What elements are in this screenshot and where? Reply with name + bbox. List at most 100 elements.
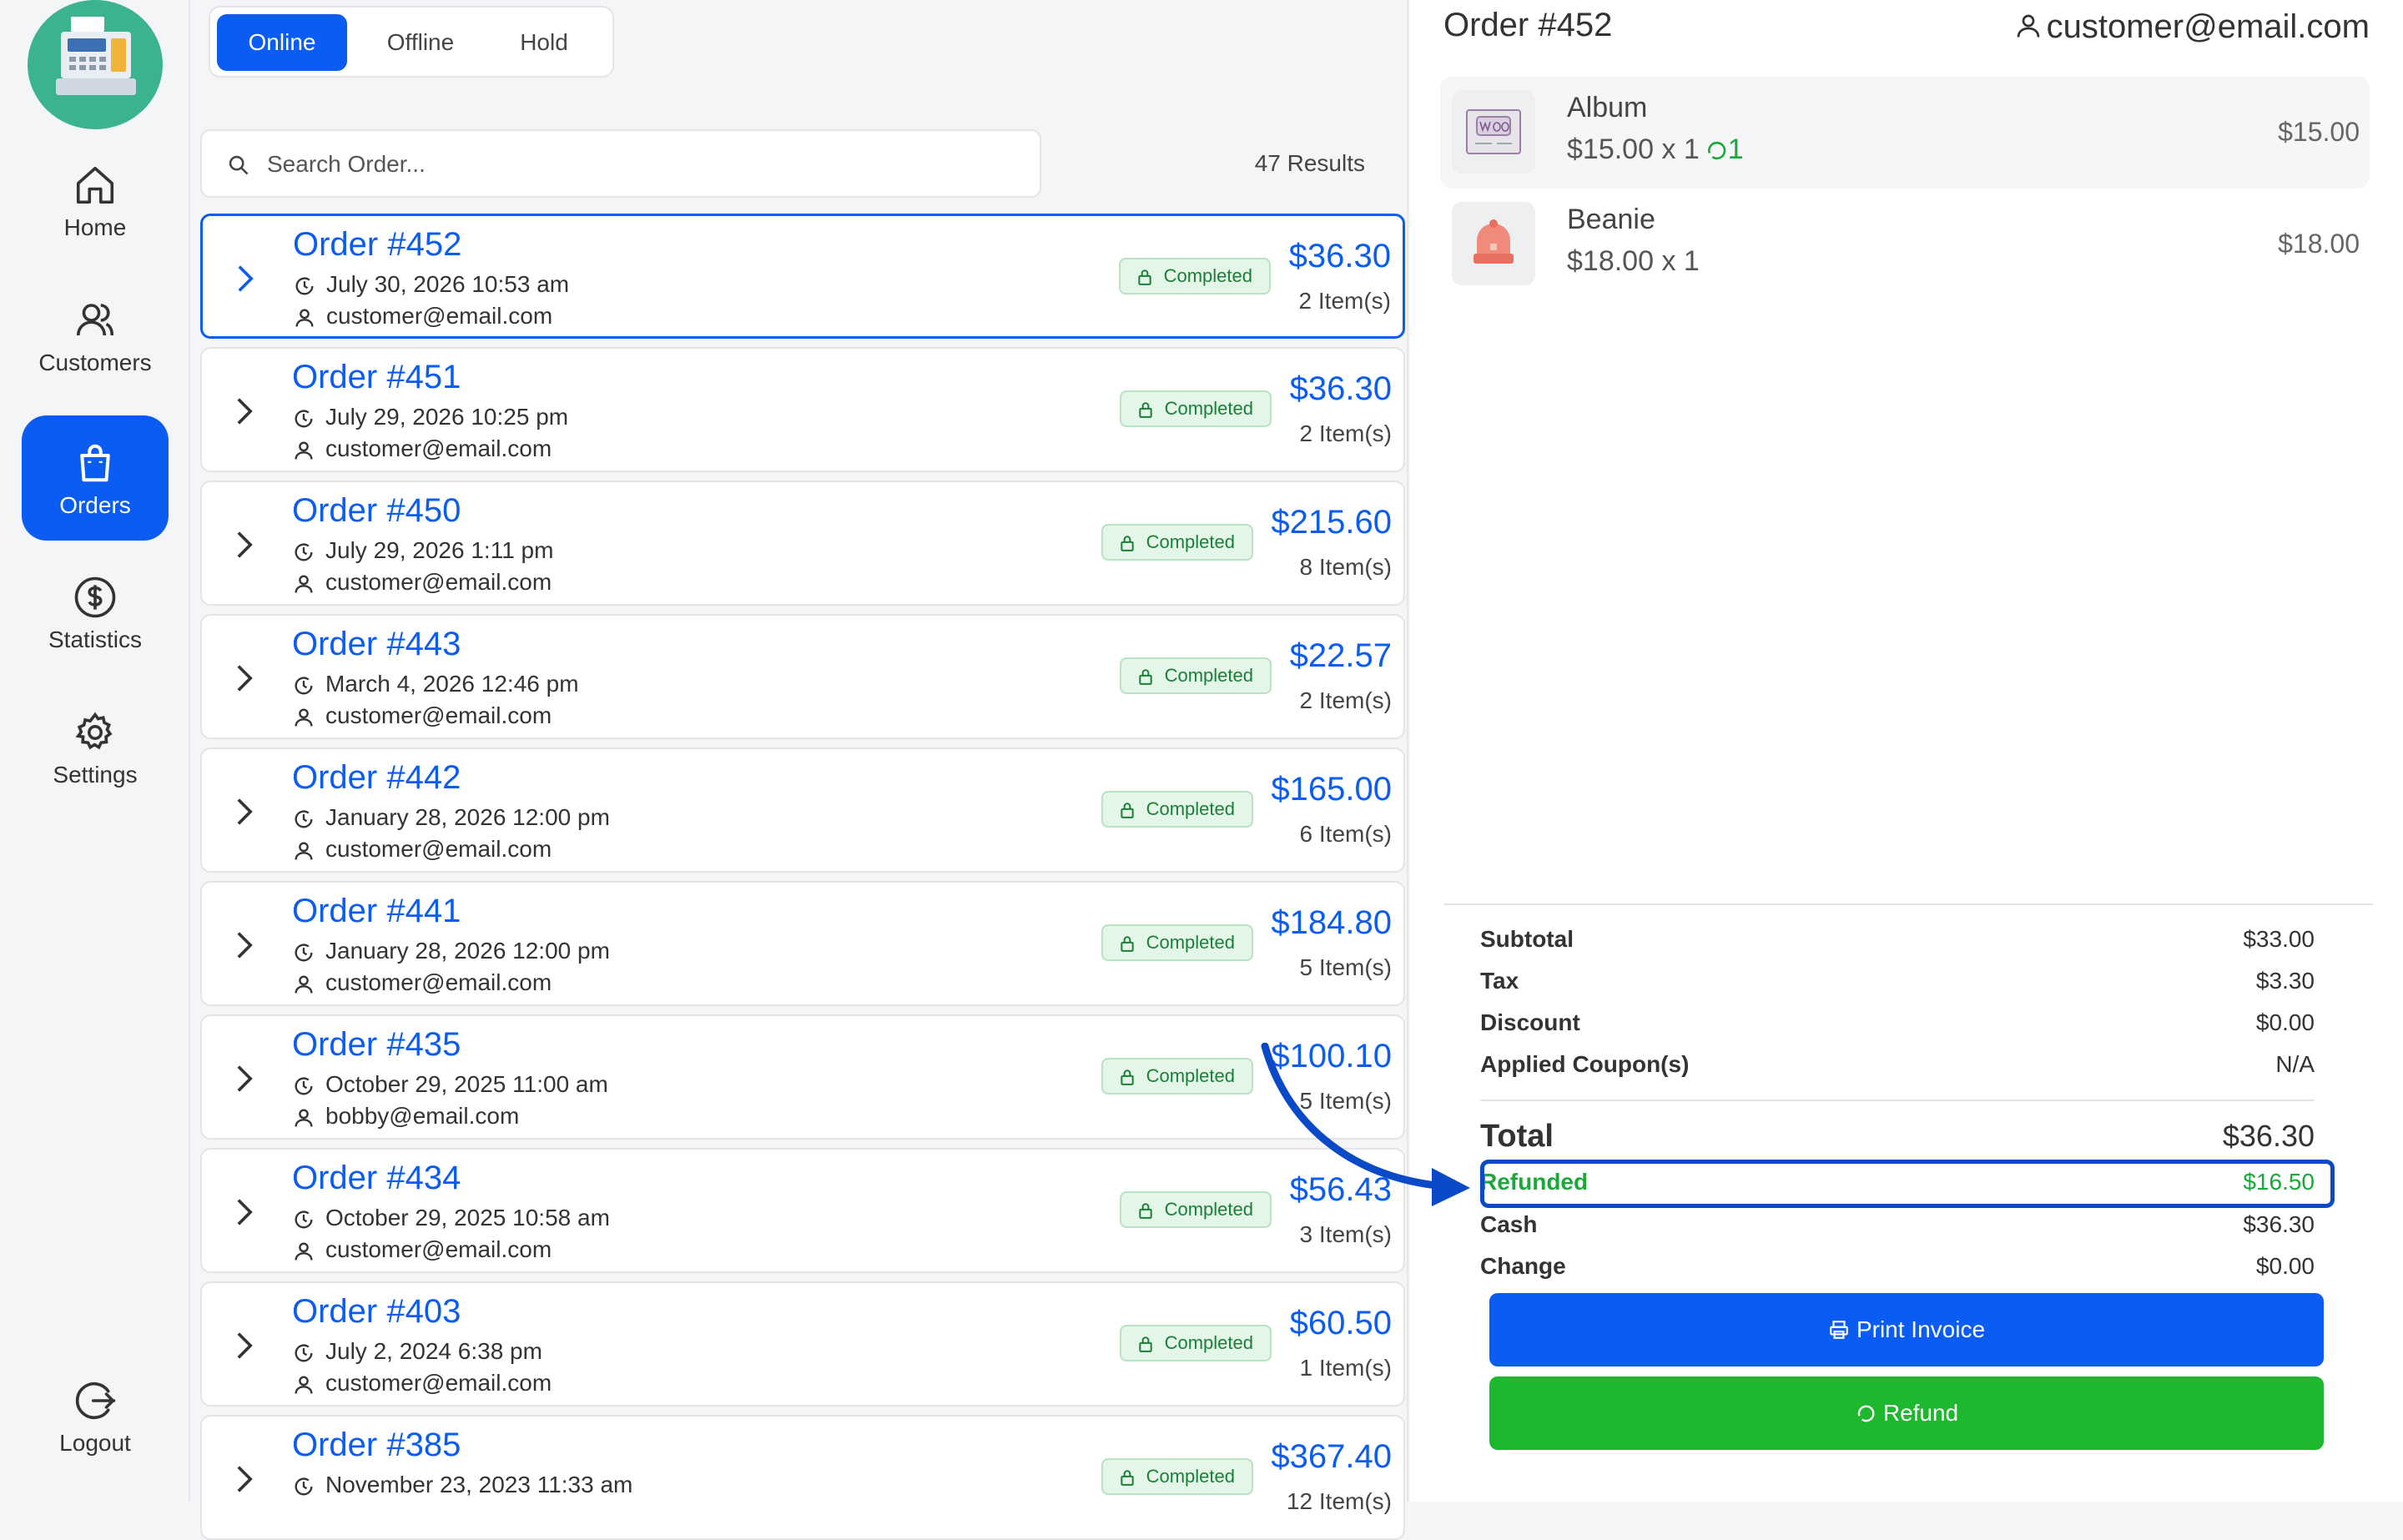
- order-items-count: 12 Item(s): [1286, 1488, 1392, 1514]
- annotation-arrow: [1261, 1043, 1470, 1206]
- totals-divider: [1480, 1100, 2315, 1101]
- beanie-thumbnail: [1452, 202, 1535, 285]
- order-date: July 29, 2026 10:25 pm: [325, 404, 569, 430]
- order-row[interactable]: Order #403 July 2, 2024 6:38 pm customer…: [200, 1281, 1405, 1407]
- order-number: Order #435: [292, 1026, 461, 1063]
- order-amount: $367.40: [1271, 1438, 1392, 1475]
- order-email: bobby@email.com: [325, 1103, 520, 1129]
- status-badge: Completed: [1119, 390, 1272, 427]
- user-icon: [295, 1109, 313, 1127]
- order-amount: $165.00: [1271, 771, 1392, 808]
- lock-icon: [1138, 669, 1152, 685]
- order-items-count: 2 Item(s): [1298, 288, 1391, 314]
- detail-customer[interactable]: customer@email.com: [2013, 8, 2370, 46]
- status-badge: Completed: [1101, 791, 1253, 828]
- order-items-count: 1 Item(s): [1299, 1355, 1392, 1381]
- search-input[interactable]: [267, 144, 1018, 184]
- status-badge: Completed: [1119, 1191, 1272, 1228]
- refunded-highlight: [1480, 1160, 2335, 1208]
- detail-title: Order #452: [1443, 7, 1613, 43]
- order-items-count: 6 Item(s): [1299, 821, 1392, 847]
- sidebar-item-statistics[interactable]: Statistics: [22, 575, 169, 700]
- cash-row: Cash $36.30: [1480, 1211, 2315, 1237]
- sidebar-item-label: Home: [63, 214, 127, 240]
- order-number: Order #452: [293, 226, 462, 263]
- order-row[interactable]: Order #443 March 4, 2026 12:46 pm custom…: [200, 614, 1405, 739]
- line-item-qty: $15.00 x 1: [1567, 133, 1700, 165]
- lock-icon: [1137, 269, 1151, 285]
- order-row[interactable]: Order #434 October 29, 2025 10:58 am cus…: [200, 1148, 1405, 1273]
- results-count: 47 Results: [1254, 150, 1365, 176]
- tab-offline[interactable]: Offline: [360, 14, 481, 71]
- order-amount: $215.60: [1271, 504, 1392, 541]
- order-items-count: 8 Item(s): [1299, 554, 1392, 580]
- line-item[interactable]: Album $15.00 x 11 $15.00: [1440, 77, 2370, 189]
- print-invoice-button[interactable]: Print Invoice: [1489, 1293, 2324, 1366]
- chevron-right-icon: [237, 1466, 253, 1492]
- refund-button[interactable]: Refund: [1489, 1376, 2324, 1450]
- line-item-name: Album: [1567, 92, 1648, 123]
- tab-online[interactable]: Online: [217, 14, 347, 71]
- bag-icon: [80, 444, 110, 482]
- coupon-row: Applied Coupon(s) N/A: [1480, 1051, 2315, 1077]
- clock-icon: [295, 1210, 313, 1229]
- sidebar-item-label: Customers: [38, 350, 152, 375]
- line-item-name: Beanie: [1567, 204, 1655, 235]
- coupon-value: N/A: [2275, 1051, 2315, 1077]
- tab-hold[interactable]: Hold: [484, 14, 604, 71]
- user-icon: [295, 1242, 313, 1261]
- clock-icon: [295, 1344, 313, 1362]
- line-item[interactable]: Beanie $18.00 x 1 $18.00: [1440, 189, 2370, 300]
- user-icon: [295, 975, 313, 994]
- printer-icon: [1830, 1321, 1848, 1339]
- clock-icon: [295, 1077, 313, 1095]
- lock-icon: [1138, 1203, 1152, 1219]
- order-row[interactable]: Order #452 July 30, 2026 10:53 am custom…: [200, 214, 1405, 339]
- total-value: $36.30: [2222, 1119, 2315, 1153]
- line-item-refunded: 1: [1705, 133, 1744, 165]
- print-invoice-label: Print Invoice: [1856, 1316, 1986, 1342]
- chevron-right-icon: [237, 1199, 253, 1225]
- order-amount: $184.80: [1271, 904, 1392, 941]
- order-number: Order #451: [292, 359, 461, 395]
- order-number: Order #442: [292, 759, 461, 796]
- order-source-tabs: Online Offline Hold: [209, 6, 614, 78]
- user-icon: [295, 575, 313, 593]
- sidebar-item-orders[interactable]: Orders: [22, 415, 169, 541]
- order-number: Order #441: [292, 893, 461, 929]
- chevron-right-icon: [237, 665, 253, 692]
- status-badge: Completed: [1118, 258, 1271, 294]
- sidebar-item-home[interactable]: Home: [22, 163, 169, 288]
- home-icon: [76, 166, 114, 204]
- order-row[interactable]: Order #442 January 28, 2026 12:00 pm cus…: [200, 747, 1405, 873]
- order-date: July 29, 2026 1:11 pm: [325, 537, 554, 563]
- clock-icon: [295, 543, 313, 561]
- order-row[interactable]: Order #450 July 29, 2026 1:11 pm custome…: [200, 481, 1405, 606]
- search-icon: [229, 155, 249, 175]
- sidebar: Home Customers Orders Statistics Setting…: [0, 0, 190, 1502]
- clock-icon: [295, 410, 313, 428]
- sidebar-item-label: Statistics: [48, 627, 143, 652]
- order-email: customer@email.com: [325, 1236, 552, 1262]
- order-amount: $36.30: [1289, 370, 1392, 407]
- order-number: Order #385: [292, 1427, 461, 1463]
- customers-icon: [76, 304, 114, 336]
- clock-icon: [295, 810, 313, 828]
- cash-register-logo[interactable]: [28, 0, 163, 129]
- status-badge: Completed: [1101, 924, 1253, 961]
- order-items-count: 2 Item(s): [1299, 420, 1392, 446]
- discount-value: $0.00: [2255, 1009, 2315, 1035]
- clock-icon: [295, 1477, 313, 1496]
- refund-label: Refund: [1882, 1400, 1959, 1426]
- chevron-right-icon: [238, 265, 254, 292]
- order-row[interactable]: Order #451 July 29, 2026 10:25 pm custom…: [200, 347, 1405, 472]
- order-row[interactable]: Order #435 October 29, 2025 11:00 am bob…: [200, 1014, 1405, 1140]
- order-totals: Subtotal $33.00 Tax $3.30 Discount $0.00 Ap…: [1443, 903, 2373, 1279]
- order-row[interactable]: Order #441 January 28, 2026 12:00 pm cus…: [200, 881, 1405, 1006]
- clock-icon: [295, 944, 313, 962]
- sidebar-item-settings[interactable]: Settings: [22, 710, 169, 835]
- order-row[interactable]: Order #385 November 23, 2023 11:33 am Co…: [200, 1415, 1405, 1540]
- sidebar-item-customers[interactable]: Customers: [22, 298, 169, 423]
- status-badge: Completed: [1101, 1058, 1253, 1095]
- logout-button[interactable]: Logout: [22, 1378, 169, 1503]
